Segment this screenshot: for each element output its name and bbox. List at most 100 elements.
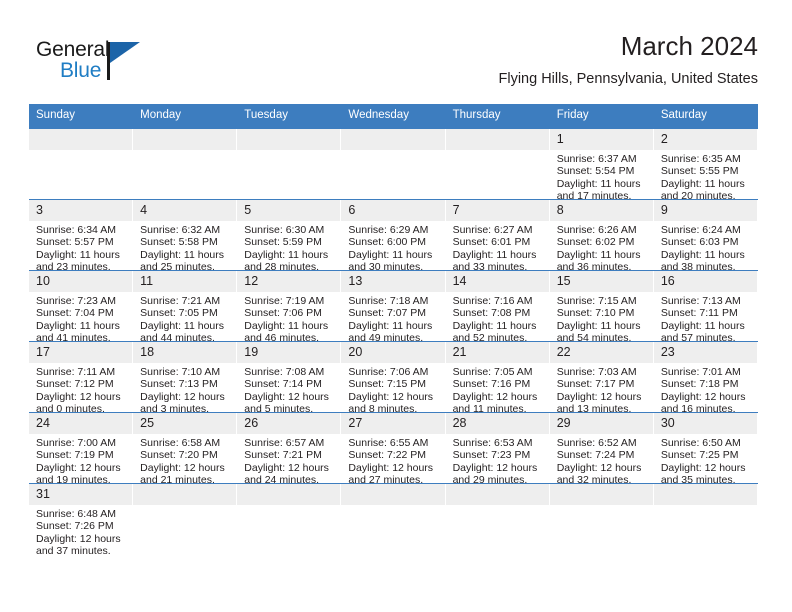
calendar-cell-inner: 1 Sunrise: 6:37 AM Sunset: 5:54 PM Daylight… xyxy=(549,129,654,202)
calendar-day-cell[interactable]: 5 Sunrise: 6:30 AM Sunset: 5:59 PM Daylight… xyxy=(237,199,342,273)
calendar-day-cell[interactable]: 7 Sunrise: 6:27 AM Sunset: 6:01 PM Daylight… xyxy=(445,199,550,273)
day-details: Sunrise: 6:30 AM Sunset: 5:59 PM Daylight:… xyxy=(237,221,341,274)
calendar-cell-inner: 24 Sunrise: 7:00 AM Sunset: 7:19 PM Dayligh… xyxy=(29,413,134,486)
calendar-day-cell[interactable]: 11 Sunrise: 7:21 AM Sunset: 7:05 PM Dayligh… xyxy=(133,270,238,344)
calendar-day-cell[interactable]: 24 Sunrise: 7:00 AM Sunset: 7:19 PM Dayligh… xyxy=(29,412,134,486)
sunset-text: Sunset: 7:04 PM xyxy=(36,307,114,320)
day-number: 31 xyxy=(29,484,134,505)
calendar-day-cell[interactable]: 29 Sunrise: 6:52 AM Sunset: 7:24 PM Dayligh… xyxy=(549,412,654,486)
day-details: Sunrise: 6:35 AM Sunset: 5:55 PM Daylight:… xyxy=(654,150,758,203)
daylight-text-line1: Daylight: 12 hours xyxy=(556,461,642,474)
day-number: 3 xyxy=(29,200,134,221)
calendar-cell-inner xyxy=(29,129,134,199)
calendar-day-cell[interactable]: 10 Sunrise: 7:23 AM Sunset: 7:04 PM Dayligh… xyxy=(29,270,134,344)
calendar-cell-inner: 12 Sunrise: 7:19 AM Sunset: 7:06 PM Dayligh… xyxy=(237,271,342,344)
daylight-text-line1: Daylight: 12 hours xyxy=(244,390,329,403)
calendar-day-cell[interactable]: 17 Sunrise: 7:11 AM Sunset: 7:12 PM Dayligh… xyxy=(29,341,134,416)
calendar-day-cell[interactable]: 23 Sunrise: 7:01 AM Sunset: 7:18 PM Dayligh… xyxy=(653,341,758,415)
calendar-cell-inner: 16 Sunrise: 7:13 AM Sunset: 7:11 PM Dayligh… xyxy=(653,271,758,344)
sunrise-text: Sunrise: 6:53 AM xyxy=(452,437,533,449)
day-details: Sunrise: 7:16 AM Sunset: 7:08 PM Daylight:… xyxy=(446,292,550,345)
weekday-header-wednesday: Wednesday xyxy=(341,104,446,129)
calendar-day-cell[interactable]: 15 Sunrise: 7:15 AM Sunset: 7:10 PM Dayligh… xyxy=(549,270,654,344)
day-details: Sunrise: 6:58 AM Sunset: 7:20 PM Daylight:… xyxy=(133,434,237,487)
sunset-text: Sunset: 5:59 PM xyxy=(244,236,322,249)
day-details: Sunrise: 6:48 AM Sunset: 7:26 PM Daylight:… xyxy=(29,505,133,558)
daylight-text-line1: Daylight: 11 hours xyxy=(348,319,433,332)
calendar-day-cell[interactable]: 13 Sunrise: 7:18 AM Sunset: 7:07 PM Dayligh… xyxy=(341,270,446,344)
calendar-day-cell[interactable]: 4 Sunrise: 6:32 AM Sunset: 5:58 PM Daylight… xyxy=(133,199,238,273)
calendar-day-cell[interactable]: 16 Sunrise: 7:13 AM Sunset: 7:11 PM Dayligh… xyxy=(653,270,758,344)
calendar-day-cell[interactable]: 20 Sunrise: 7:06 AM Sunset: 7:15 PM Dayligh… xyxy=(341,341,446,415)
calendar-cell-inner: 25 Sunrise: 6:58 AM Sunset: 7:20 PM Dayligh… xyxy=(133,413,238,486)
sunrise-text: Sunrise: 7:10 AM xyxy=(140,366,221,378)
calendar-day-cell[interactable]: 22 Sunrise: 7:03 AM Sunset: 7:17 PM Dayligh… xyxy=(549,341,654,415)
calendar-day-cell[interactable]: 28 Sunrise: 6:53 AM Sunset: 7:23 PM Dayligh… xyxy=(445,412,550,486)
calendar-day-cell[interactable]: 27 Sunrise: 6:55 AM Sunset: 7:22 PM Dayligh… xyxy=(341,412,446,486)
calendar-day-cell[interactable]: 30 Sunrise: 6:50 AM Sunset: 7:25 PM Dayligh… xyxy=(653,412,758,486)
logo-text-blue: Blue xyxy=(60,59,102,82)
day-number: 4 xyxy=(133,200,238,221)
sunset-text: Sunset: 7:07 PM xyxy=(348,307,427,320)
daylight-text-line1: Daylight: 11 hours xyxy=(36,248,120,261)
day-number: 22 xyxy=(549,342,654,363)
sunset-text: Sunset: 7:11 PM xyxy=(660,307,738,320)
day-details: Sunrise: 6:57 AM Sunset: 7:21 PM Daylight:… xyxy=(237,434,341,487)
calendar-cell-inner: 27 Sunrise: 6:55 AM Sunset: 7:22 PM Dayligh… xyxy=(341,413,446,486)
calendar-day-cell[interactable]: 1 Sunrise: 6:37 AM Sunset: 5:54 PM Daylight… xyxy=(549,128,654,202)
sunset-text: Sunset: 7:15 PM xyxy=(348,378,427,391)
calendar-day-cell[interactable]: 12 Sunrise: 7:19 AM Sunset: 7:06 PM Dayligh… xyxy=(237,270,342,344)
daylight-text-line1: Daylight: 11 hours xyxy=(556,177,641,190)
sunrise-text: Sunrise: 7:19 AM xyxy=(244,295,325,307)
calendar-day-cell[interactable]: 21 Sunrise: 7:05 AM Sunset: 7:16 PM Dayligh… xyxy=(445,341,550,415)
sunset-text: Sunset: 7:14 PM xyxy=(244,378,322,391)
day-number: 24 xyxy=(29,413,134,434)
calendar-day-cell[interactable]: 8 Sunrise: 6:26 AM Sunset: 6:02 PM Daylight… xyxy=(549,199,654,273)
day-details: Sunrise: 7:18 AM Sunset: 7:07 PM Daylight:… xyxy=(341,292,445,345)
calendar-day-cell[interactable]: 9 Sunrise: 6:24 AM Sunset: 6:03 PM Daylight… xyxy=(653,199,758,273)
daylight-text-line1: Daylight: 12 hours xyxy=(660,390,746,403)
calendar-cell-inner: 21 Sunrise: 7:05 AM Sunset: 7:16 PM Dayligh… xyxy=(445,342,550,415)
calendar-day-cell[interactable]: 26 Sunrise: 6:57 AM Sunset: 7:21 PM Dayligh… xyxy=(237,412,342,487)
day-number: 27 xyxy=(341,413,446,434)
calendar-cell-inner xyxy=(133,129,238,199)
calendar-cell-inner xyxy=(549,484,654,554)
sunset-text: Sunset: 7:21 PM xyxy=(244,449,322,462)
day-number: 18 xyxy=(133,342,238,363)
day-number xyxy=(237,484,342,505)
calendar-day-cell[interactable]: 25 Sunrise: 6:58 AM Sunset: 7:20 PM Dayligh… xyxy=(133,412,238,486)
calendar-day-cell[interactable]: 18 Sunrise: 7:10 AM Sunset: 7:13 PM Dayligh… xyxy=(133,341,238,415)
page-title: March 2024 xyxy=(620,31,758,61)
day-details: Sunrise: 7:11 AM Sunset: 7:12 PM Daylight:… xyxy=(29,363,133,416)
weekday-header-tuesday: Tuesday xyxy=(237,104,342,129)
calendar-cell-inner: 5 Sunrise: 6:30 AM Sunset: 5:59 PM Daylight… xyxy=(237,200,342,273)
daylight-text-line1: Daylight: 12 hours xyxy=(452,461,538,474)
calendar-cell-empty xyxy=(133,483,238,554)
day-details: Sunrise: 6:34 AM Sunset: 5:57 PM Daylight:… xyxy=(29,221,133,274)
sunset-text: Sunset: 7:22 PM xyxy=(348,449,427,462)
calendar-day-cell[interactable]: 19 Sunrise: 7:08 AM Sunset: 7:14 PM Dayligh… xyxy=(237,341,342,416)
day-number xyxy=(341,129,446,150)
day-number: 13 xyxy=(341,271,446,292)
calendar-cell-inner: 13 Sunrise: 7:18 AM Sunset: 7:07 PM Dayligh… xyxy=(341,271,446,344)
daylight-text-line1: Daylight: 12 hours xyxy=(348,390,434,403)
general-blue-logo[interactable]: General Blue xyxy=(36,38,156,88)
sunrise-text: Sunrise: 7:05 AM xyxy=(452,366,533,378)
calendar-cell-inner: 6 Sunrise: 6:29 AM Sunset: 6:00 PM Daylight… xyxy=(341,200,446,273)
day-details: Sunrise: 7:08 AM Sunset: 7:14 PM Daylight:… xyxy=(237,363,341,416)
sunrise-text: Sunrise: 7:21 AM xyxy=(140,295,221,307)
calendar-cell-inner: 28 Sunrise: 6:53 AM Sunset: 7:23 PM Dayligh… xyxy=(445,413,550,486)
day-number: 26 xyxy=(237,413,342,434)
calendar-day-cell[interactable]: 3 Sunrise: 6:34 AM Sunset: 5:57 PM Daylight… xyxy=(29,199,134,274)
calendar-day-cell[interactable]: 2 Sunrise: 6:35 AM Sunset: 5:55 PM Daylight… xyxy=(653,128,758,203)
calendar-day-cell[interactable]: 6 Sunrise: 6:29 AM Sunset: 6:00 PM Daylight… xyxy=(341,199,446,273)
day-number: 21 xyxy=(445,342,550,363)
day-number: 19 xyxy=(237,342,342,363)
calendar-cell-inner: 20 Sunrise: 7:06 AM Sunset: 7:15 PM Dayligh… xyxy=(341,342,446,415)
calendar-cell-inner xyxy=(237,129,342,199)
sunset-text: Sunset: 7:18 PM xyxy=(660,378,739,391)
calendar-day-cell[interactable]: 14 Sunrise: 7:16 AM Sunset: 7:08 PM Dayligh… xyxy=(445,270,550,345)
calendar-cell-empty xyxy=(29,128,134,200)
sunrise-text: Sunrise: 6:48 AM xyxy=(36,508,116,520)
calendar-day-cell[interactable]: 31 Sunrise: 6:48 AM Sunset: 7:26 PM Dayligh… xyxy=(29,483,134,558)
